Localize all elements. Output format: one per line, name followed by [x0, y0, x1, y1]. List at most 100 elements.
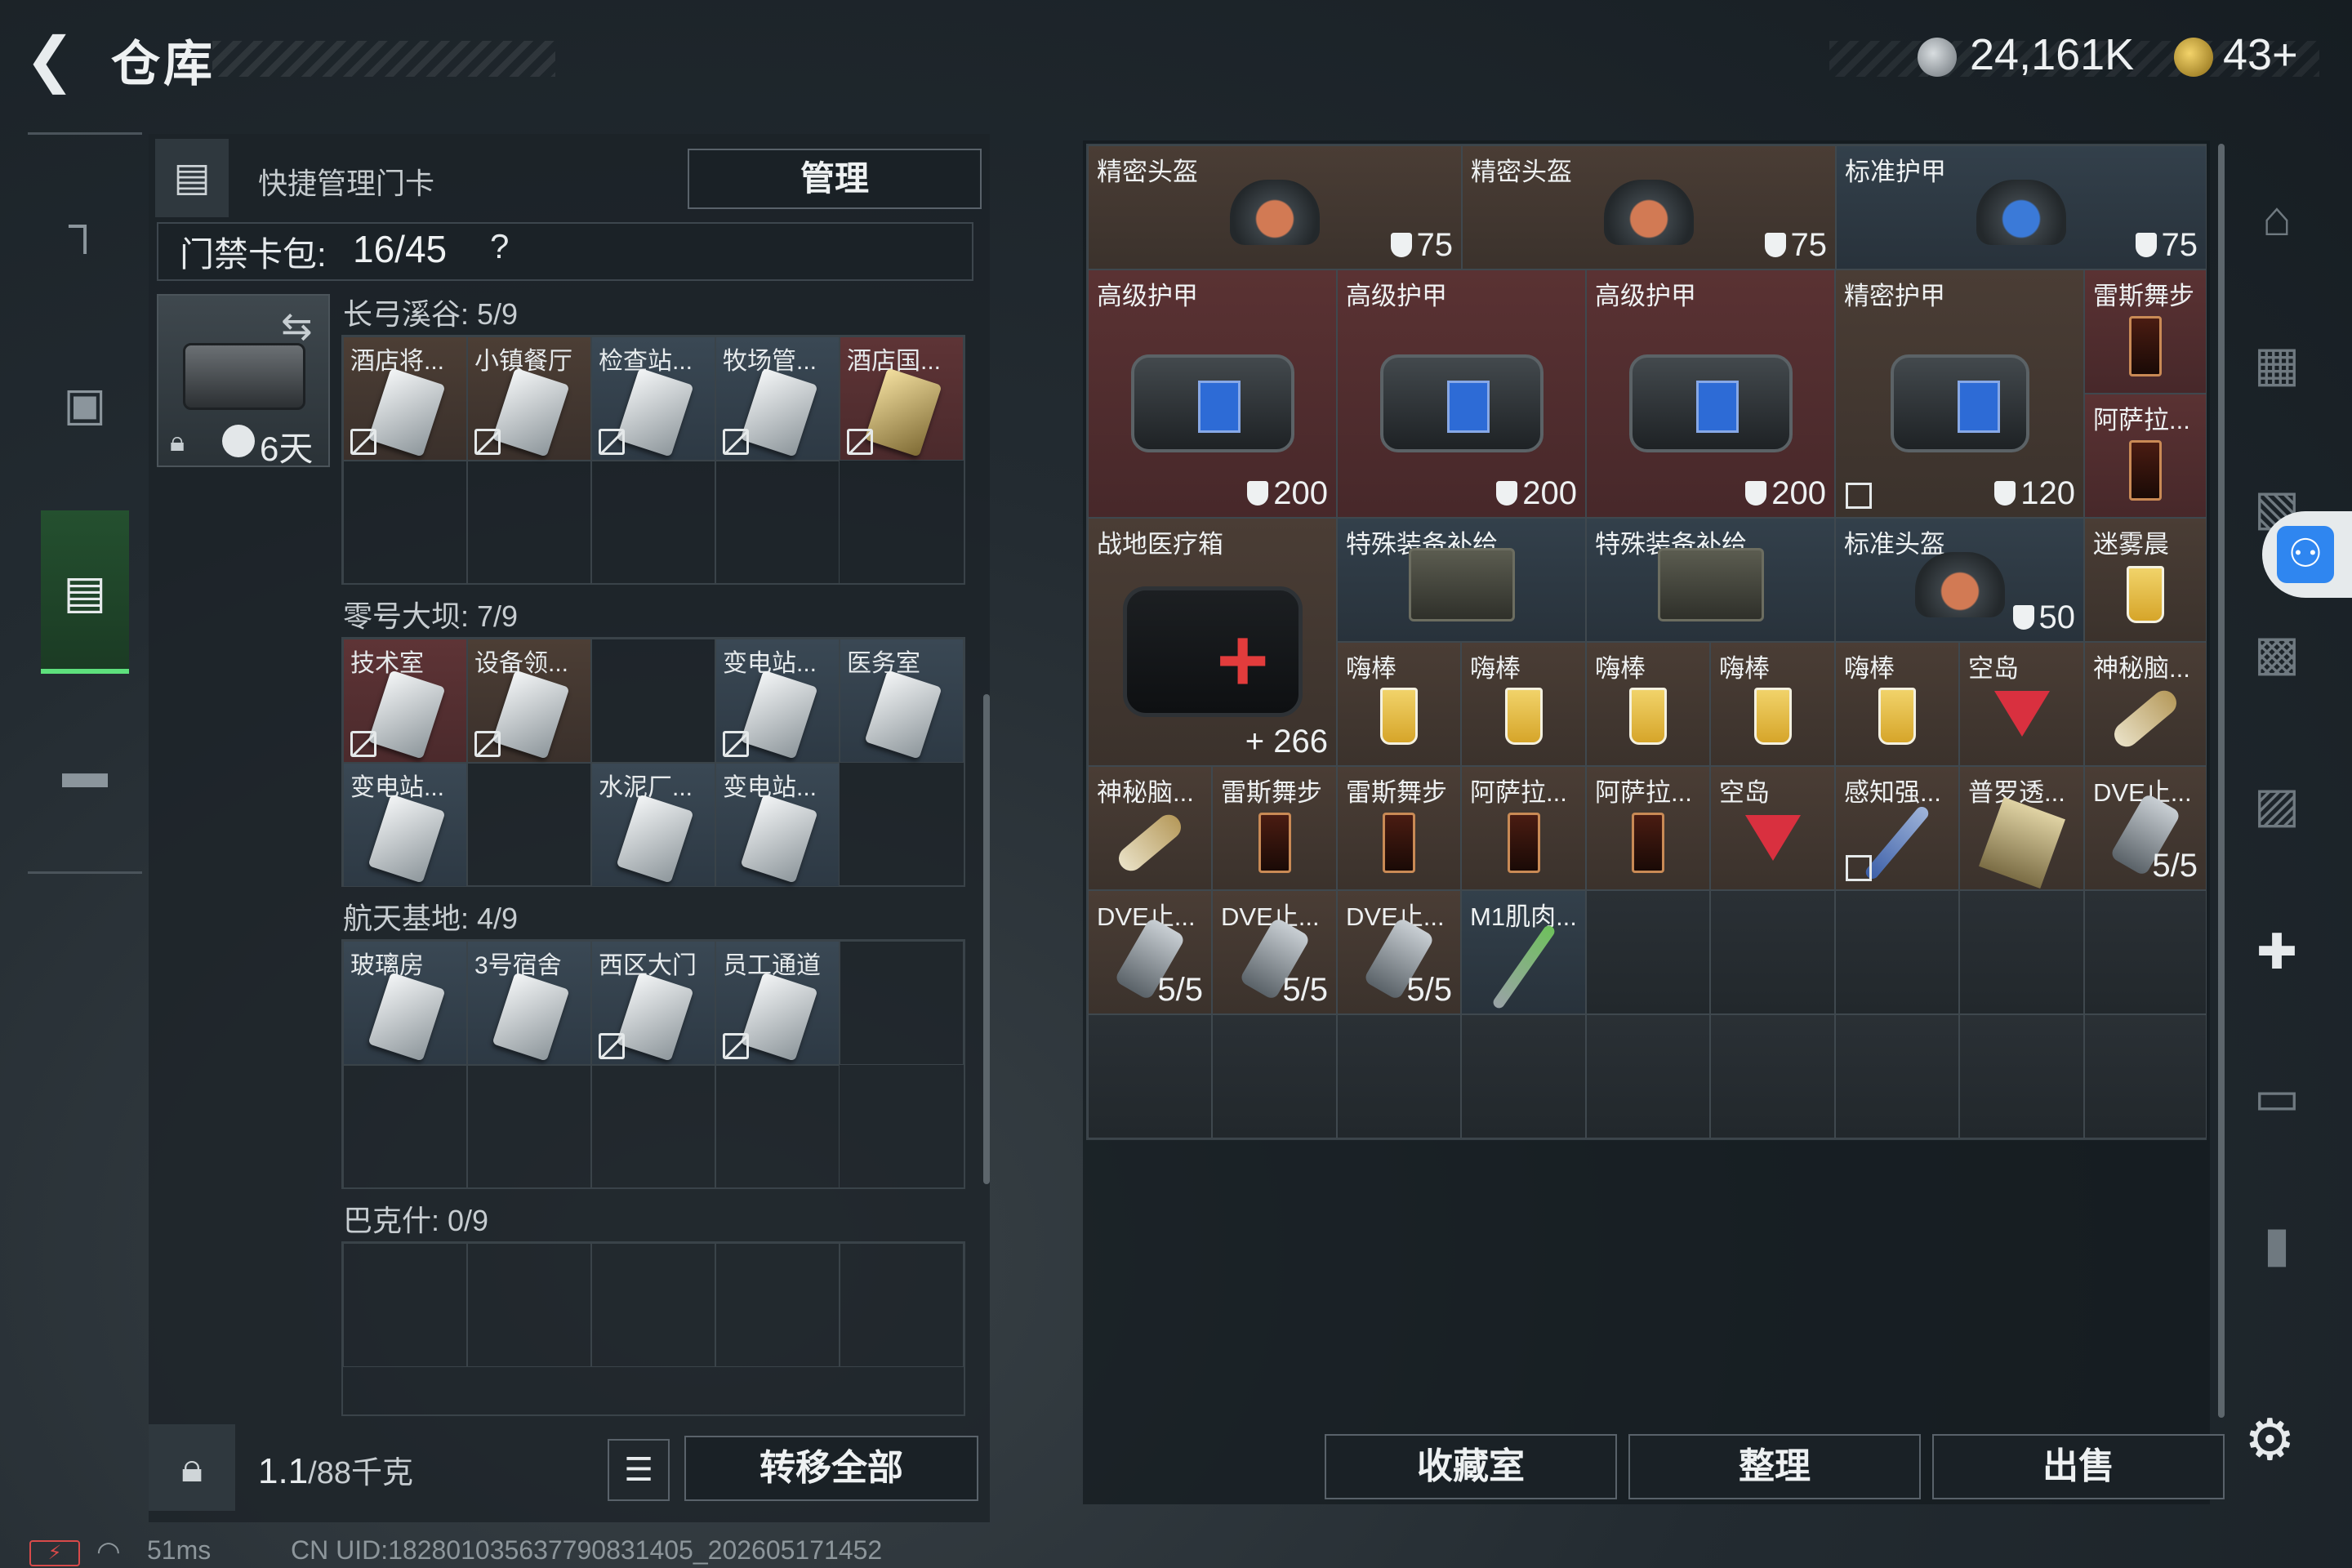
item-slot[interactable]: DVE止... 5/5 [1212, 890, 1337, 1014]
keycard-slot[interactable]: 小镇餐厅 [467, 336, 591, 461]
empty-slot[interactable] [467, 461, 591, 585]
briefcase-icon[interactable]: ▬ [52, 739, 118, 804]
item-slot[interactable]: 战地医疗箱 + 266 [1088, 518, 1337, 766]
item-slot[interactable]: 空岛 [1710, 766, 1835, 890]
keycard-slot[interactable]: 变电站... [343, 763, 467, 887]
empty-slot[interactable] [1959, 890, 2084, 1014]
item-slot[interactable]: 嗨棒 [1710, 642, 1835, 766]
list-icon[interactable]: ☰ [608, 1439, 670, 1501]
keycard-slot[interactable]: 医务室 [840, 639, 964, 763]
keycard-slot[interactable]: 变电站... [715, 639, 840, 763]
folder-icon[interactable]: ▩ [2239, 616, 2314, 691]
empty-slot[interactable] [343, 461, 467, 585]
keycard-slot[interactable]: 设备领... [467, 639, 591, 763]
pistol-icon[interactable]: ┐ [52, 192, 118, 257]
empty-slot[interactable] [715, 1243, 840, 1367]
empty-slot[interactable] [1835, 1014, 1959, 1138]
keycard-slot[interactable]: 玻璃房 [343, 941, 467, 1065]
keycard-slot[interactable]: 3号宿舍 [467, 941, 591, 1065]
collection-room-button[interactable]: 收藏室 [1325, 1434, 1617, 1499]
empty-slot[interactable] [343, 1243, 467, 1367]
item-slot[interactable]: 雷斯舞步 [1212, 766, 1337, 890]
keycard-slot[interactable]: 水泥厂... [591, 763, 715, 887]
empty-slot[interactable] [1461, 1014, 1586, 1138]
item-slot[interactable]: 雷斯舞步 [1337, 766, 1461, 890]
home-icon[interactable]: ⌂ [2239, 181, 2314, 256]
transfer-all-button[interactable]: 转移全部 [684, 1436, 978, 1501]
empty-slot[interactable] [715, 461, 840, 585]
empty-slot[interactable] [1710, 1014, 1835, 1138]
item-slot[interactable]: 普罗透... [1959, 766, 2084, 890]
vehicle-icon[interactable]: ▮ [2239, 1207, 2314, 1282]
item-slot[interactable]: 嗨棒 [1337, 642, 1461, 766]
safe-box-icon[interactable]: ▦ [2239, 327, 2314, 402]
item-slot[interactable]: 阿萨拉... [2084, 394, 2207, 518]
item-slot[interactable]: 嗨棒 [1586, 642, 1710, 766]
manage-button[interactable]: 管理 [688, 149, 982, 209]
empty-slot[interactable] [1088, 1014, 1212, 1138]
empty-slot[interactable] [591, 1243, 715, 1367]
empty-slot[interactable] [2084, 1014, 2207, 1138]
medkit-plus-icon[interactable]: ✚ [2239, 915, 2314, 990]
keycard-holder-icon[interactable]: ▤ [52, 559, 118, 625]
keycard-slot[interactable]: 变电站... [715, 763, 840, 887]
empty-slot[interactable] [1835, 890, 1959, 1014]
empty-slot[interactable] [343, 1065, 467, 1189]
empty-slot[interactable] [840, 941, 964, 1065]
empty-slot[interactable] [2084, 890, 2207, 1014]
item-slot[interactable]: 精密头盔 75 [1088, 145, 1462, 270]
empty-slot[interactable] [591, 461, 715, 585]
item-slot[interactable]: 神秘脑... [2084, 642, 2207, 766]
keycard-slot[interactable]: 西区大门 [591, 941, 715, 1065]
sort-button[interactable]: 整理 [1628, 1434, 1921, 1499]
item-slot[interactable]: 雷斯舞步 [2084, 270, 2207, 394]
crate-icon[interactable]: ▨ [2239, 768, 2314, 843]
left-scrollbar[interactable] [983, 694, 990, 1184]
item-slot[interactable]: DVE止... 5/5 [1088, 890, 1212, 1014]
keycard-slot[interactable]: 酒店将... [343, 336, 467, 461]
empty-slot[interactable] [1337, 1014, 1461, 1138]
item-slot[interactable]: 神秘脑... [1088, 766, 1212, 890]
currency-gold-value[interactable]: 43+ [2223, 29, 2298, 80]
item-slot[interactable]: DVE止... 5/5 [2084, 766, 2207, 890]
keycard-slot[interactable]: 牧场管... [715, 336, 840, 461]
empty-slot[interactable] [467, 1065, 591, 1189]
item-slot[interactable]: 阿萨拉... [1461, 766, 1586, 890]
empty-slot[interactable] [715, 1065, 840, 1189]
empty-slot[interactable] [1959, 1014, 2084, 1138]
currency-silver-value[interactable]: 24,161K [1970, 29, 2134, 80]
keycard-slot[interactable]: 员工通道 [715, 941, 840, 1065]
empty-slot[interactable] [467, 1243, 591, 1367]
card-holder-slot[interactable]: ⇆ 🔒︎ 6天 [157, 294, 330, 468]
item-slot[interactable]: 嗨棒 [1835, 642, 1959, 766]
empty-slot[interactable] [1586, 1014, 1710, 1138]
empty-slot[interactable] [840, 1243, 964, 1367]
item-slot[interactable]: 精密护甲 120 [1835, 270, 2084, 518]
item-slot[interactable]: 高级护甲 200 [1337, 270, 1586, 518]
backpack-icon[interactable]: ▣ [52, 372, 118, 437]
item-slot[interactable]: 高级护甲 200 [1088, 270, 1337, 518]
accessibility-icon[interactable]: ⚇ [2277, 526, 2334, 583]
keycard-slot[interactable]: 酒店国... [840, 336, 964, 461]
truck-icon[interactable]: ▭ [2239, 1060, 2314, 1135]
keycard-slot[interactable]: 技术室 [343, 639, 467, 763]
item-slot[interactable]: 特殊装备补给 [1337, 518, 1586, 642]
keycard-slot[interactable]: 检查站... [591, 336, 715, 461]
item-slot[interactable]: 嗨棒 [1461, 642, 1586, 766]
item-slot[interactable]: 标准头盔 50 [1835, 518, 2084, 642]
gear-icon[interactable]: ⚙ [2244, 1406, 2296, 1473]
item-slot[interactable]: 空岛 [1959, 642, 2084, 766]
empty-slot[interactable] [591, 639, 715, 763]
swap-icon[interactable]: ⇆ [281, 304, 313, 348]
right-scrollbar[interactable] [2218, 144, 2225, 1418]
item-slot[interactable]: 特殊装备补给 [1586, 518, 1835, 642]
back-arrow-icon[interactable]: ❮ [24, 29, 82, 90]
item-slot[interactable]: DVE止... 5/5 [1337, 890, 1461, 1014]
item-slot[interactable]: M1肌肉... [1461, 890, 1586, 1014]
empty-slot[interactable] [1586, 890, 1710, 1014]
help-icon[interactable]: ? [490, 227, 509, 266]
item-slot[interactable]: 迷雾晨 [2084, 518, 2207, 642]
item-slot[interactable]: 标准护甲 75 [1836, 145, 2207, 270]
item-slot[interactable]: 高级护甲 200 [1586, 270, 1835, 518]
item-slot[interactable]: 感知强... [1835, 766, 1959, 890]
